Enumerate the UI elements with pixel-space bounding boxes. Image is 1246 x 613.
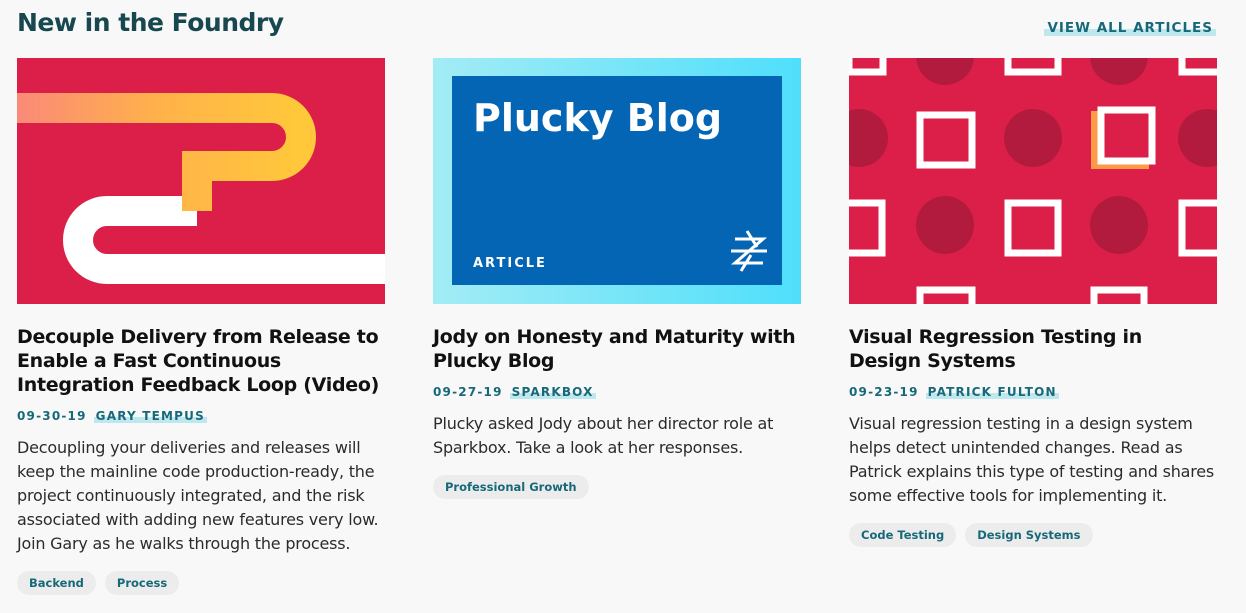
tag-design-systems[interactable]: Design Systems xyxy=(965,523,1093,547)
article-date: 09-23-19 xyxy=(849,385,919,399)
tag-backend[interactable]: Backend xyxy=(17,571,96,595)
article-author-link[interactable]: SPARKBOX xyxy=(509,385,596,399)
tag-code-testing[interactable]: Code Testing xyxy=(849,523,957,547)
article-title[interactable]: Visual Regression Testing in Design Syst… xyxy=(849,325,1217,373)
tag-process[interactable]: Process xyxy=(104,571,180,595)
tag-professional-growth[interactable]: Professional Growth xyxy=(433,475,589,499)
article-excerpt: Plucky asked Jody about her director rol… xyxy=(433,414,774,457)
tag-list: Code Testing Design Systems xyxy=(849,523,1217,547)
article-card: Visual Regression Testing in Design Syst… xyxy=(849,58,1217,547)
article-author-link[interactable]: GARY TEMPUS xyxy=(93,409,207,423)
article-card: Plucky Blog ARTICLE Jody on Honesty and … xyxy=(433,58,801,499)
article-meta: 09-27-19 SPARKBOX xyxy=(433,382,801,402)
article-author-link[interactable]: PATRICK FULTON xyxy=(925,385,1059,399)
view-all-articles-link[interactable]: VIEW ALL ARTICLES xyxy=(1044,20,1216,36)
article-thumbnail[interactable] xyxy=(17,58,385,304)
article-title[interactable]: Jody on Honesty and Maturity with Plucky… xyxy=(433,325,801,373)
article-title[interactable]: Decouple Delivery from Release to Enable… xyxy=(17,325,385,397)
tag-list: Backend Process xyxy=(17,571,385,595)
article-meta: 09-23-19 PATRICK FULTON xyxy=(849,382,1217,402)
article-date: 09-27-19 xyxy=(433,385,503,399)
circles-squares-pattern-icon xyxy=(849,58,1217,304)
pipe-illustration-icon xyxy=(17,58,385,304)
thumb-label: ARTICLE xyxy=(473,256,547,271)
thumb-heading: Plucky Blog xyxy=(473,96,722,140)
article-meta: 09-30-19 GARY TEMPUS xyxy=(17,406,385,426)
plucky-blog-graphic: Plucky Blog ARTICLE xyxy=(433,58,801,304)
article-excerpt: Visual regression testing in a design sy… xyxy=(849,414,1215,505)
article-date: 09-30-19 xyxy=(17,409,87,423)
tag-list: Professional Growth xyxy=(433,475,801,499)
article-excerpt: Decoupling your deliveries and releases … xyxy=(17,438,379,553)
article-card: Decouple Delivery from Release to Enable… xyxy=(17,58,385,595)
article-thumbnail[interactable] xyxy=(849,58,1217,304)
article-thumbnail[interactable]: Plucky Blog ARTICLE xyxy=(433,58,801,304)
section-title: New in the Foundry xyxy=(17,8,284,37)
